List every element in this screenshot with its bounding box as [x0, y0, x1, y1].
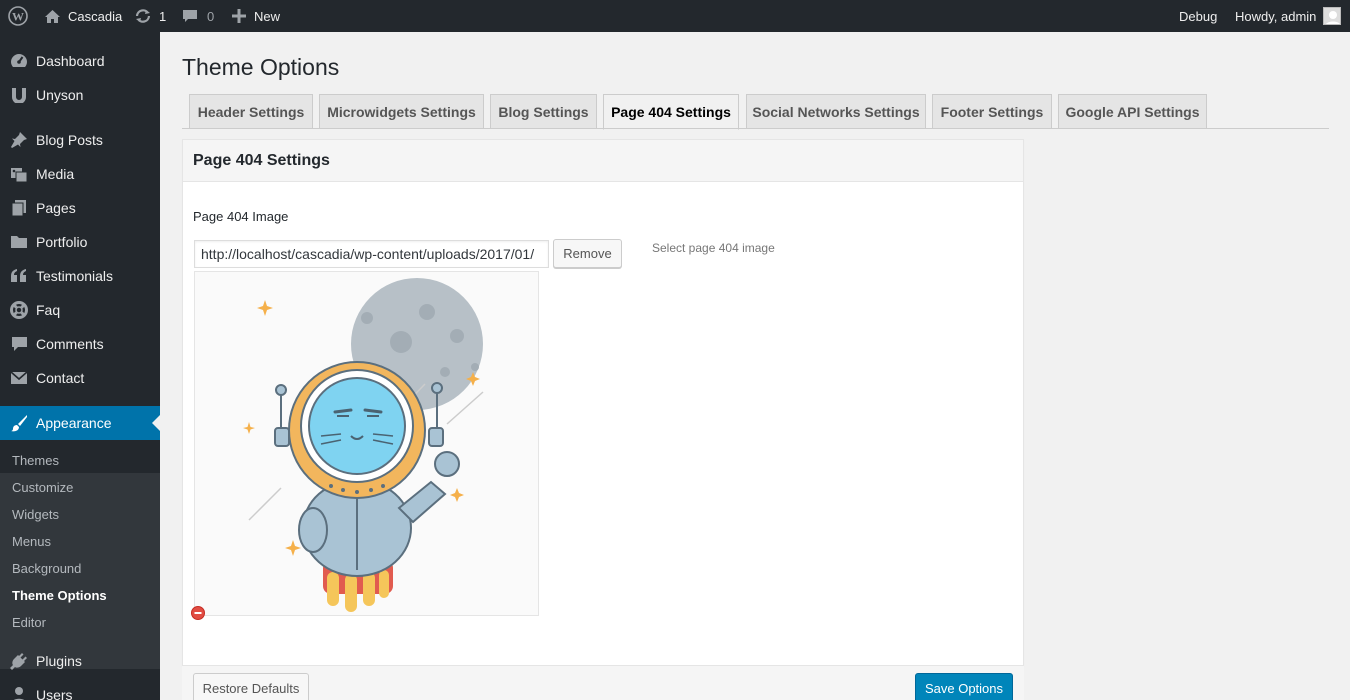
submenu-item-customize[interactable]: Customize	[12, 474, 73, 501]
envelope-icon	[0, 371, 36, 385]
sidebar-item-users[interactable]: Users	[0, 678, 160, 700]
quote-icon	[0, 268, 36, 284]
sidebar-item-label: Appearance	[36, 415, 112, 431]
astronaut-cat-illustration	[243, 278, 484, 612]
submenu-item-themes[interactable]: Themes	[12, 447, 59, 474]
debug-link[interactable]: Debug	[1179, 0, 1217, 32]
image-url-input[interactable]	[194, 240, 549, 268]
sidebar-item-label: Blog Posts	[36, 132, 103, 148]
submenu-item-theme-options[interactable]: Theme Options	[12, 582, 107, 609]
tab-microwidgets-settings[interactable]: Microwidgets Settings	[319, 94, 484, 129]
home-icon	[44, 9, 61, 24]
site-name: Cascadia	[68, 8, 123, 24]
updates-count: 1	[159, 8, 167, 24]
sidebar-item-label: Portfolio	[36, 234, 88, 250]
sidebar-item-label: Faq	[36, 302, 61, 318]
sidebar-item-label: Media	[36, 166, 75, 182]
remove-button[interactable]: Remove	[553, 239, 622, 268]
settings-box: Page 404 Settings Page 404 Image Remove …	[182, 139, 1024, 666]
submenu-item-editor[interactable]: Editor	[12, 609, 46, 636]
sidebar-item-testimonials[interactable]: Testimonials	[0, 259, 160, 293]
new-content-link[interactable]: New	[232, 0, 280, 32]
sidebar-item-label: Plugins	[36, 653, 82, 669]
updates-link[interactable]: 1	[134, 0, 166, 32]
tabs-divider	[182, 128, 1329, 129]
pin-icon	[0, 131, 36, 149]
wordpress-logo-icon[interactable]: W	[8, 0, 28, 32]
avatar	[1323, 7, 1342, 25]
my-account-link[interactable]: Howdy, admin	[1235, 0, 1342, 32]
tab-footer-settings[interactable]: Footer Settings	[932, 94, 1052, 129]
media-icon	[0, 165, 36, 183]
sidebar-item-comments[interactable]: Comments	[0, 327, 160, 361]
comments-count: 0	[207, 8, 215, 24]
sidebar-item-label: Unyson	[36, 87, 84, 103]
sidebar-item-faq[interactable]: Faq	[0, 293, 160, 327]
sidebar-item-label: Dashboard	[36, 53, 105, 69]
submenu-item-widgets[interactable]: Widgets	[12, 501, 59, 528]
site-name-link[interactable]: Cascadia	[44, 0, 122, 32]
sidebar-item-media[interactable]: Media	[0, 157, 160, 191]
user-icon	[0, 686, 36, 700]
sidebar-item-label: Testimonials	[36, 268, 114, 284]
sidebar-item-dashboard[interactable]: Dashboard	[0, 44, 160, 78]
comment-icon	[0, 336, 36, 352]
sidebar-item-label: Users	[36, 687, 73, 700]
page-title: Theme Options	[182, 54, 340, 80]
comments-link[interactable]: 0	[182, 0, 214, 32]
sidebar-item-label: Contact	[36, 370, 85, 386]
dashboard-icon	[0, 52, 36, 70]
brush-icon	[0, 414, 36, 432]
howdy-label: Howdy, admin	[1235, 8, 1317, 24]
sidebar-item-blog-posts[interactable]: Blog Posts	[0, 123, 160, 157]
debug-label: Debug	[1179, 8, 1218, 24]
field-label: Page 404 Image	[193, 209, 289, 224]
svg-text:W: W	[12, 10, 24, 24]
remove-image-icon[interactable]	[191, 606, 205, 625]
tab-page-404-settings[interactable]: Page 404 Settings	[603, 94, 739, 130]
save-options-button[interactable]: Save Options	[915, 673, 1013, 700]
unyson-icon	[0, 87, 36, 103]
sidebar-item-pages[interactable]: Pages	[0, 191, 160, 225]
folder-icon	[0, 234, 36, 250]
help-text: Select page 404 image	[652, 241, 775, 255]
tab-google-api-settings[interactable]: Google API Settings	[1058, 94, 1207, 129]
current-menu-arrow	[152, 415, 160, 431]
tab-header-settings[interactable]: Header Settings	[189, 94, 313, 129]
sidebar-item-label: Pages	[36, 200, 76, 216]
lifebuoy-icon	[0, 301, 36, 319]
image-preview[interactable]	[194, 271, 539, 616]
submenu-item-background[interactable]: Background	[12, 555, 81, 582]
admin-bar: W Cascadia 1 0 New Debug Howdy, admin	[0, 0, 1350, 32]
plug-icon	[0, 652, 36, 670]
tab-social-networks-settings[interactable]: Social Networks Settings	[746, 94, 926, 129]
sidebar-item-appearance[interactable]: Appearance	[0, 406, 160, 440]
plus-icon	[232, 9, 246, 23]
sidebar-item-unyson[interactable]: Unyson	[0, 78, 160, 112]
tab-blog-settings[interactable]: Blog Settings	[490, 94, 597, 129]
sidebar-item-contact[interactable]: Contact	[0, 361, 160, 395]
new-label: New	[254, 8, 281, 24]
comment-bubble-icon	[182, 9, 198, 24]
pages-icon	[0, 199, 36, 217]
box-title: Page 404 Settings	[183, 140, 1023, 182]
sidebar-item-plugins[interactable]: Plugins	[0, 644, 160, 678]
restore-defaults-button[interactable]: Restore Defaults	[193, 673, 309, 700]
submenu-item-menus[interactable]: Menus	[12, 528, 51, 555]
updates-icon	[134, 8, 152, 24]
sidebar-item-portfolio[interactable]: Portfolio	[0, 225, 160, 259]
sidebar-item-label: Comments	[36, 336, 104, 352]
